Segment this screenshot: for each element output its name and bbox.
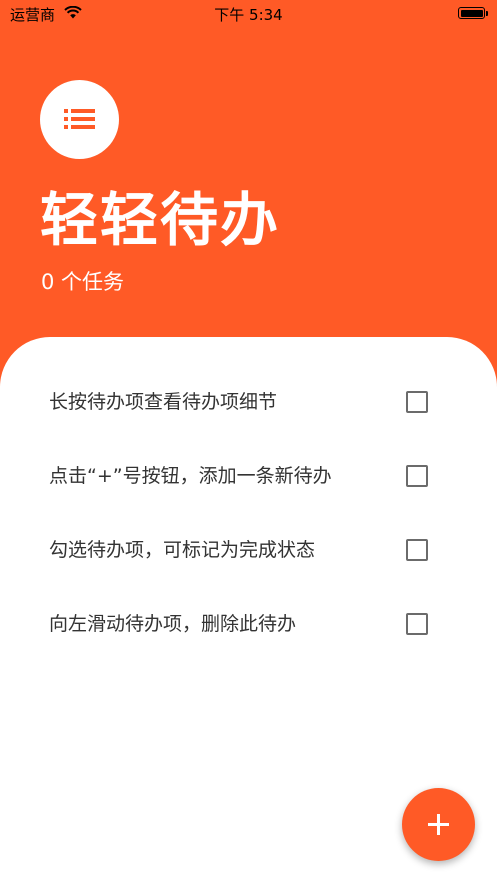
status-bar: 运营商 下午 5:34 <box>0 0 497 28</box>
battery-icon <box>458 7 485 19</box>
list-icon <box>64 109 95 129</box>
todo-checkbox[interactable] <box>406 613 428 635</box>
todo-text: 向左滑动待办项，删除此待办 <box>49 613 297 635</box>
page-title: 轻轻待办 <box>40 186 281 254</box>
add-todo-button[interactable] <box>402 788 475 861</box>
battery-tip <box>486 11 488 16</box>
todo-checkbox[interactable] <box>406 539 428 561</box>
todo-text: 长按待办项查看待办项细节 <box>49 391 278 413</box>
todo-item[interactable]: 点击“+”号按钮，添加一条新待办 <box>0 439 497 513</box>
todo-text: 点击“+”号按钮，添加一条新待办 <box>49 465 332 487</box>
task-count: 0 个任务 <box>41 270 125 294</box>
todo-checkbox[interactable] <box>406 465 428 487</box>
todo-item[interactable]: 长按待办项查看待办项细节 <box>0 365 497 439</box>
plus-icon <box>428 814 449 835</box>
todo-text: 勾选待办项，可标记为完成状态 <box>49 539 316 561</box>
todo-checkbox[interactable] <box>406 391 428 413</box>
todo-item[interactable]: 向左滑动待办项，删除此待办 <box>0 587 497 661</box>
status-time: 下午 5:34 <box>214 6 283 24</box>
todo-item[interactable]: 勾选待办项，可标记为完成状态 <box>0 513 497 587</box>
app-logo <box>40 80 119 159</box>
